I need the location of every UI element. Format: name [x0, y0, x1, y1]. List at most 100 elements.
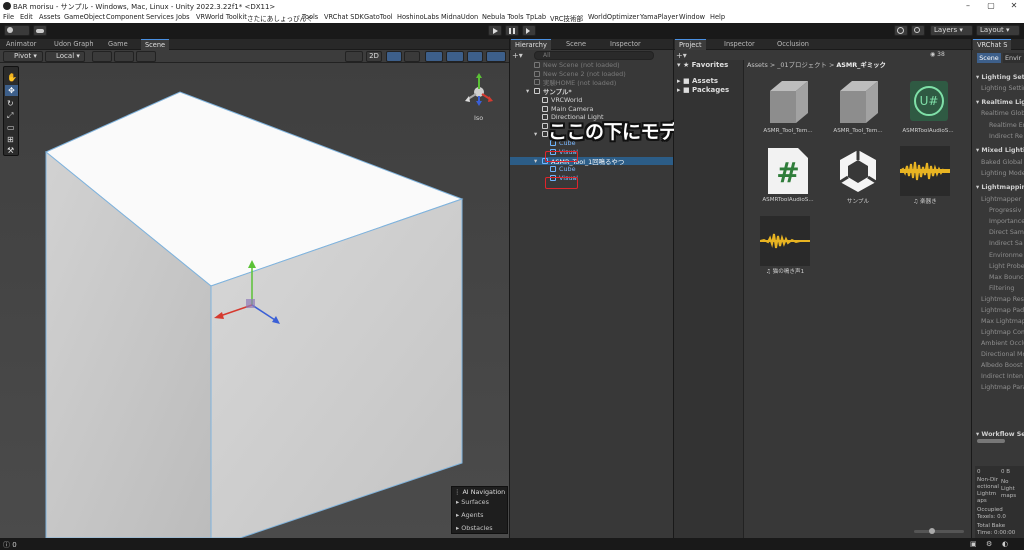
hierarchy-row[interactable]: New Scene (not loaded) [510, 61, 673, 70]
hierarchy-row[interactable]: Cube [510, 165, 673, 174]
hierarchy-row[interactable]: Visual [510, 174, 673, 183]
menu-item[interactable]: Assets [39, 13, 60, 21]
menu-item[interactable]: Window [679, 13, 705, 21]
asset-csharp-script[interactable]: # [760, 146, 816, 196]
rotate-tool-icon[interactable]: ↻ [7, 99, 14, 108]
custom-tool-icon[interactable]: ⚒ [7, 146, 14, 155]
lighting-section-header[interactable]: ▾ Realtime Lighti [976, 99, 1024, 106]
draw-mode-button[interactable] [345, 51, 363, 62]
asset-scene[interactable] [830, 146, 886, 196]
move-tool-icon[interactable]: ✥ [5, 85, 18, 96]
expand-icon[interactable]: ▾ [534, 130, 537, 138]
ai-nav-agents[interactable]: ▸ Agents [456, 511, 484, 519]
breadcrumb-project[interactable]: _01プロジェクト [777, 61, 827, 69]
audio-toggle[interactable] [404, 51, 420, 62]
breadcrumb-current[interactable]: ASMR_ギミック [836, 61, 886, 69]
local-dropdown[interactable]: Local ▾ [45, 51, 85, 62]
tab-project[interactable]: Project [675, 39, 706, 50]
menu-item[interactable]: Services [146, 13, 174, 21]
pause-button[interactable] [505, 25, 519, 36]
hand-tool-icon[interactable]: ✋ [7, 73, 17, 82]
asset-audio-1[interactable] [899, 146, 951, 196]
ai-nav-surfaces[interactable]: ▸ Surfaces [456, 498, 489, 506]
menu-item[interactable]: GameObject [64, 13, 105, 21]
hierarchy-row[interactable]: New Scene 2 (not loaded) [510, 70, 673, 79]
ai-nav-obstacles[interactable]: ▸ Obstacles [456, 524, 493, 532]
tab-animator[interactable]: Animator [2, 39, 40, 50]
asset-prefab-1[interactable] [760, 77, 816, 127]
package-icon[interactable]: ▣ [970, 540, 977, 548]
menu-item[interactable]: VRWorld Toolkit [196, 13, 247, 21]
camera-button[interactable] [467, 51, 483, 62]
minimize-icon[interactable]: – [963, 1, 973, 11]
hierarchy-row[interactable]: ▾ サンプル* [510, 87, 673, 96]
hidden-objects-toggle[interactable] [446, 51, 464, 62]
hierarchy-row[interactable]: VRCWorld [510, 96, 673, 105]
asset-audio-2[interactable] [759, 216, 810, 266]
tab-occlusion[interactable]: Occlusion [773, 39, 813, 50]
menu-item[interactable]: Tools [302, 13, 318, 21]
menu-item[interactable]: VRC技術部 [550, 13, 583, 23]
asset-udon-program[interactable]: U# [900, 77, 956, 127]
close-icon[interactable]: ✕ [1009, 1, 1019, 11]
rect-tool-icon[interactable]: ▭ [7, 123, 15, 132]
gizmos-button[interactable] [486, 51, 506, 62]
menu-item[interactable]: GatoTool [364, 13, 393, 21]
add-object-button[interactable]: +▾ [512, 51, 523, 60]
tab-game[interactable]: Game [104, 39, 132, 50]
hierarchy-row[interactable]: 実験HOME (not loaded) [510, 78, 673, 87]
maximize-icon[interactable]: ▢ [986, 1, 996, 11]
favorites-item[interactable]: ▾ ★ Favorites [677, 61, 728, 69]
slider-knob[interactable] [929, 528, 935, 534]
tab-scene-2[interactable]: Scene [562, 39, 590, 50]
menu-item[interactable]: YamaPlayer [640, 13, 678, 21]
menu-item[interactable]: Jobs [176, 13, 190, 21]
lighting-section-header[interactable]: ▾ Mixed Lighting [976, 147, 1024, 154]
menu-item[interactable]: File [3, 13, 14, 21]
scale-tool-icon[interactable]: ⤢ [7, 111, 13, 121]
layout-dropdown[interactable]: Layout ▾ [976, 25, 1020, 36]
menu-item[interactable]: HoshinoLabs [397, 13, 439, 21]
scene-view[interactable]: Iso ✋ ✥ ↻ ⤢ ▭ ⊞ ⚒ [0, 63, 509, 538]
menu-item[interactable]: Edit [20, 13, 33, 21]
menu-item[interactable]: Nebula Tools [482, 13, 524, 21]
hierarchy-row[interactable]: Main Camera [510, 105, 673, 114]
expand-icon[interactable]: ▾ [534, 157, 537, 165]
lighting-toggle[interactable] [386, 51, 402, 62]
expand-icon[interactable]: ▾ [526, 87, 529, 95]
projection-label[interactable]: Iso [474, 114, 483, 122]
tab-inspector-2[interactable]: Inspector [720, 39, 759, 50]
grid-visibility-button[interactable] [114, 51, 134, 62]
packages-folder[interactable]: ▸ ■ Packages [677, 86, 729, 94]
tab-inspector[interactable]: Inspector [606, 39, 645, 50]
transform-tool-icon[interactable]: ⊞ [7, 135, 14, 144]
menu-item[interactable]: MidnaUdon [441, 13, 478, 21]
menu-item[interactable]: TpLab [526, 13, 546, 21]
console-count[interactable]: ⓘ 0 [3, 540, 17, 550]
hierarchy-search-input[interactable]: All [534, 51, 654, 60]
menu-item[interactable]: Help [710, 13, 725, 21]
effects-toggle[interactable] [425, 51, 443, 62]
asset-prefab-2[interactable] [830, 77, 886, 127]
pivot-dropdown[interactable]: Pivot ▾ [3, 51, 43, 62]
lighting-section-header[interactable]: ▾ Lighting Setti [976, 74, 1024, 81]
create-asset-button[interactable]: +▾ [676, 51, 687, 60]
assets-folder[interactable]: ▸ ■ Assets [677, 77, 718, 85]
tab-scene[interactable]: Scene [141, 39, 170, 50]
layers-dropdown[interactable]: Layers ▾ [930, 25, 973, 36]
thumbnail-size-slider[interactable] [914, 530, 964, 533]
menu-item[interactable]: WorldOptimizer [588, 13, 639, 21]
notifications-icon[interactable]: ◐ [1002, 540, 1008, 548]
lighting-section-header[interactable]: ▾ Workflow Se [976, 431, 1024, 438]
lighting-section-header[interactable]: ▾ Lightmapping S [976, 184, 1024, 191]
breadcrumb-assets[interactable]: Assets [747, 61, 768, 69]
hierarchy-row[interactable]: ▾ ASMR_Tool_1回鳴るやつ [510, 156, 673, 166]
debug-icon[interactable]: ⚙ [986, 540, 992, 548]
menu-item[interactable]: Component [106, 13, 144, 21]
menu-item[interactable]: VRChat SDK [324, 13, 364, 21]
increment-snap-button[interactable] [136, 51, 156, 62]
tab-udon-graph[interactable]: Udon Graph [50, 39, 98, 50]
grid-snap-button[interactable] [92, 51, 112, 62]
lighting-scrollbar[interactable] [977, 439, 1005, 443]
hierarchy-row[interactable]: Visual [510, 148, 673, 157]
